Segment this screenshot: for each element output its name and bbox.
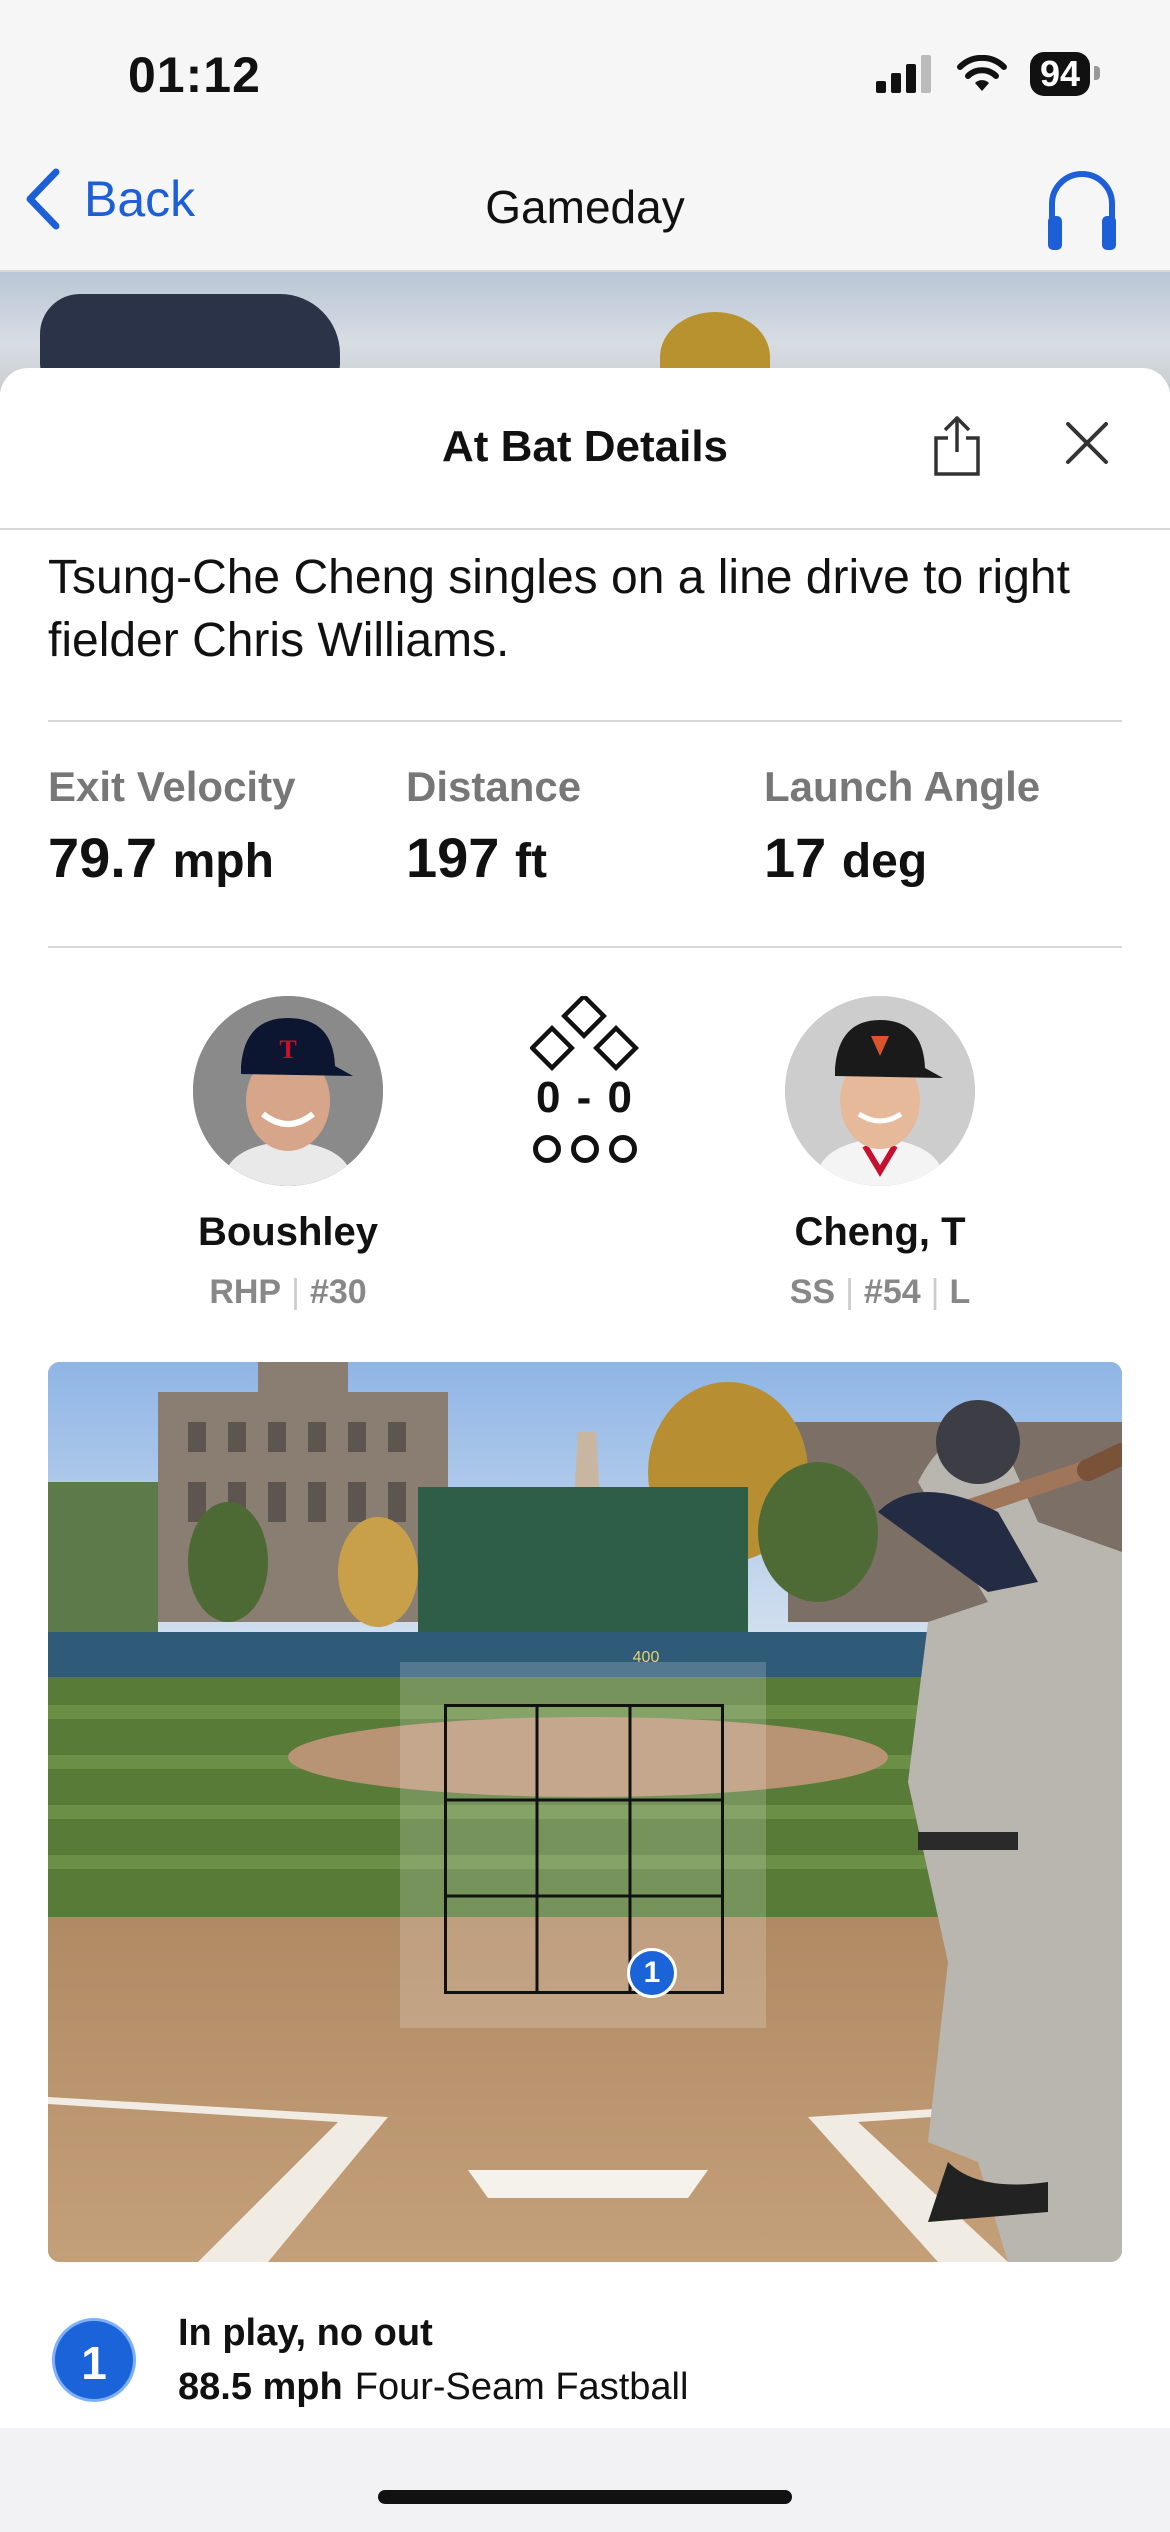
pitch-location-view: 400 1 [48, 1362, 1122, 2262]
pitcher-card[interactable]: T Boushley RHP | #30 [108, 996, 468, 1312]
audio-button[interactable] [1044, 164, 1120, 259]
share-icon [934, 416, 980, 476]
batter-meta: SS | #54 | L [789, 1273, 971, 1311]
hit-stats: Exit Velocity 79.7 mph Distance 197 ft L… [48, 763, 1122, 890]
headphones-icon [1048, 171, 1116, 250]
stat-exit-velocity: Exit Velocity 79.7 mph [48, 763, 406, 890]
status-bar: 01:12 94 [0, 0, 1170, 150]
strike-zone-grid [444, 1704, 724, 1994]
pitcher-name: Boushley [197, 1210, 379, 1254]
status-icons: 94 [875, 52, 1101, 96]
pitcher-meta: RHP | #30 [209, 1273, 367, 1311]
play-description: Tsung-Che Cheng singles on a line drive … [48, 551, 1070, 667]
status-time: 01:12 [128, 47, 261, 103]
pitch-type: Four-Seam Fastball [354, 2366, 689, 2408]
navigation-bar: Back Gameday [0, 150, 1170, 272]
pitch-list-item[interactable]: 1 In play, no out 88.5 mph Four-Seam Fast… [52, 2310, 1122, 2420]
sheet-header: At Bat Details [0, 368, 1170, 530]
stat-label: Exit Velocity [48, 763, 296, 810]
stat-label: Distance [406, 763, 582, 810]
stat-distance: Distance 197 ft [406, 763, 764, 890]
outs-indicator [520, 1135, 650, 1163]
close-icon [1066, 422, 1108, 464]
wifi-icon [956, 55, 1007, 91]
svg-text:T: T [279, 1035, 296, 1064]
pitcher-headshot: T [193, 996, 383, 1186]
close-button[interactable] [1064, 420, 1110, 471]
bottom-safe-area [0, 2428, 1170, 2532]
pitch-marker[interactable]: 1 [627, 1948, 677, 1998]
pitch-speed: 88.5 mph [178, 2366, 343, 2408]
share-button[interactable] [932, 414, 982, 483]
stat-label: Launch Angle [764, 763, 1041, 810]
pitch-number-badge: 1 [52, 2318, 136, 2402]
battery-indicator: 94 [1029, 52, 1101, 96]
divider [48, 946, 1122, 948]
pitch-detail: 88.5 mph Four-Seam Fastball [178, 2366, 688, 2409]
out-dot [609, 1135, 637, 1163]
nav-title: Gameday [485, 181, 685, 233]
out-dot [571, 1135, 599, 1163]
out-dot [533, 1135, 561, 1163]
stat-value: 79.7 mph [48, 826, 274, 889]
game-situation: 0 - 0 [520, 993, 650, 1163]
batter-headshot [785, 996, 975, 1186]
matchup: T Boushley RHP | #30 0 - 0 Cheng, T SS |… [0, 993, 1170, 1326]
stat-value: 197 ft [406, 826, 547, 889]
cellular-signal-icon [875, 55, 931, 93]
pitch-result: In play, no out [178, 2312, 433, 2354]
batter-card[interactable]: Cheng, T SS | #54 | L [700, 996, 1060, 1312]
stat-launch-angle: Launch Angle 17 deg [764, 763, 1122, 890]
divider [48, 720, 1122, 722]
ball-strike-count: 0 - 0 [535, 1073, 635, 1122]
batter-name: Cheng, T [794, 1210, 966, 1254]
stat-value: 17 deg [764, 826, 928, 889]
bases-diamond-icon [529, 993, 639, 1071]
sheet-title: At Bat Details [441, 422, 729, 471]
home-indicator[interactable] [378, 2490, 792, 2504]
